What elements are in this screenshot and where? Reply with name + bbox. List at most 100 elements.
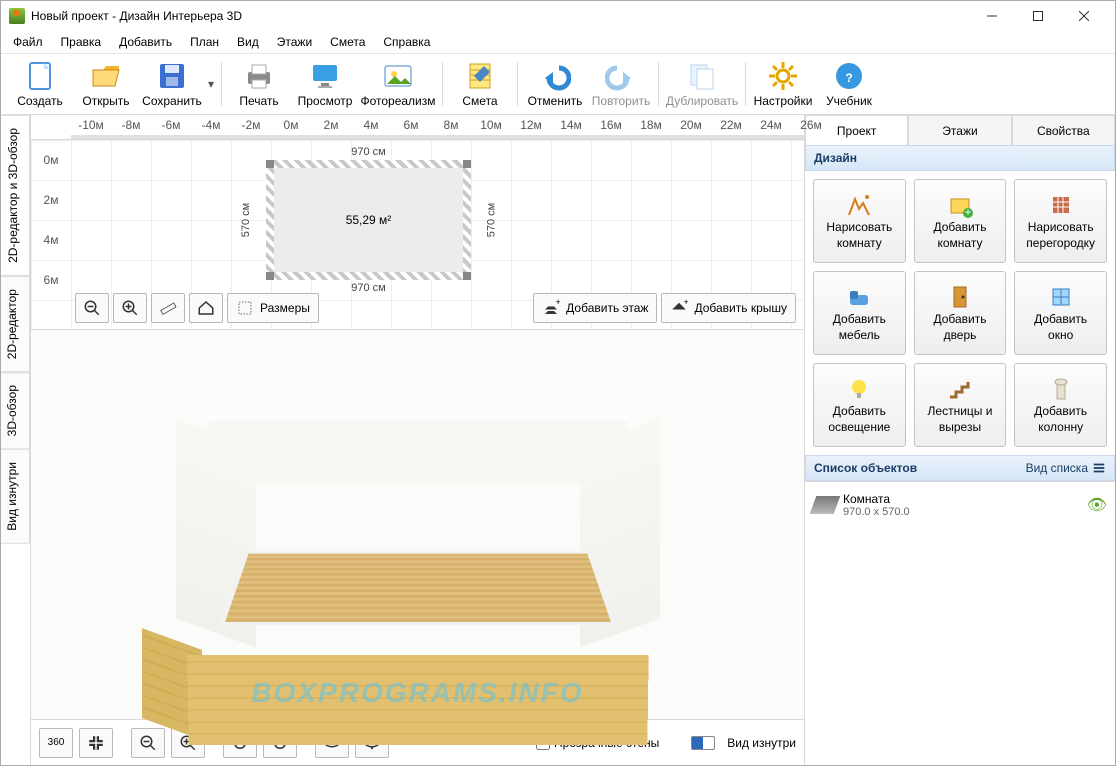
- add-floor-label: Добавить этаж: [566, 301, 648, 315]
- rtab-floors[interactable]: Этажи: [908, 115, 1011, 145]
- tb-save[interactable]: Сохранить: [139, 56, 205, 112]
- tb-save-dropdown[interactable]: ▾: [205, 77, 217, 91]
- main-toolbar: Создать Открыть Сохранить ▾ Печать Просм…: [1, 53, 1115, 115]
- room-3d: [148, 405, 688, 705]
- handle-tl[interactable]: [266, 160, 274, 168]
- view-mode-link[interactable]: Вид списка: [1026, 461, 1106, 475]
- tb-create[interactable]: Создать: [7, 56, 73, 112]
- tb-settings[interactable]: Настройки: [750, 56, 816, 112]
- design-btn-6[interactable]: Добавитьосвещение: [813, 363, 906, 447]
- design-label2: перегородку: [1026, 237, 1095, 251]
- vtab-2d[interactable]: 2D-редактор: [1, 276, 30, 372]
- home-button[interactable]: [189, 293, 223, 323]
- design-btn-8[interactable]: Добавитьколонну: [1014, 363, 1107, 447]
- titlebar: Новый проект - Дизайн Интерьера 3D: [1, 1, 1115, 31]
- sizes-button[interactable]: Размеры: [227, 293, 319, 323]
- menu-edit[interactable]: Правка: [53, 33, 110, 51]
- tb-undo[interactable]: Отменить: [522, 56, 588, 112]
- tb-settings-label: Настройки: [754, 94, 813, 108]
- tb-budget[interactable]: Смета: [447, 56, 513, 112]
- canvas-2d[interactable]: 0м2м4м6м 55,29 м² 970 см 970 см 570 см 5…: [31, 140, 804, 330]
- ruler-horizontal: -10м-8м-6м-4м-2м0м2м4м6м8м10м12м14м16м18…: [31, 115, 804, 135]
- ruler-tick: 6м: [391, 118, 431, 132]
- design-btn-2[interactable]: Нарисоватьперегородку: [1014, 179, 1107, 263]
- visibility-icon[interactable]: 👁: [1087, 495, 1107, 515]
- handle-br[interactable]: [463, 272, 471, 280]
- canvas-3d[interactable]: BOXPROGRAMS.INFO: [31, 330, 804, 719]
- object-name: Комната: [843, 492, 910, 506]
- design-icon-5: [1047, 283, 1075, 311]
- zoom-out-button[interactable]: [75, 293, 109, 323]
- maximize-button[interactable]: [1015, 1, 1061, 31]
- design-btn-3[interactable]: Добавитьмебель: [813, 271, 906, 355]
- tb-open[interactable]: Открыть: [73, 56, 139, 112]
- duplicate-icon: [686, 60, 718, 92]
- pan-button[interactable]: [79, 728, 113, 758]
- ruler-tick: 2м: [311, 118, 351, 132]
- undo-icon: [539, 60, 571, 92]
- design-btn-1[interactable]: +Добавитькомнату: [914, 179, 1007, 263]
- zoom-out-3d-button[interactable]: [131, 728, 165, 758]
- window-title: Новый проект - Дизайн Интерьера 3D: [31, 9, 242, 23]
- ruler-vtick: 6м: [31, 260, 71, 300]
- tb-tutorial[interactable]: ? Учебник: [816, 56, 882, 112]
- design-label2: окно: [1048, 329, 1073, 343]
- ruler-vertical: 0м2м4м6м: [31, 140, 71, 329]
- object-row-room[interactable]: Комната 970.0 x 570.0 👁: [811, 488, 1109, 522]
- vtab-2d3d[interactable]: 2D-редактор и 3D-обзор: [1, 115, 30, 276]
- design-btn-4[interactable]: Добавитьдверь: [914, 271, 1007, 355]
- add-roof-button[interactable]: + Добавить крышу: [661, 293, 796, 323]
- vtab-inside[interactable]: Вид изнутри: [1, 449, 30, 544]
- menu-plan[interactable]: План: [182, 33, 227, 51]
- ruler-tick: 0м: [271, 118, 311, 132]
- monitor-icon: [309, 60, 341, 92]
- design-label1: Добавить: [833, 405, 886, 419]
- view360-button[interactable]: 360: [39, 728, 73, 758]
- design-btn-0[interactable]: Нарисоватькомнату: [813, 179, 906, 263]
- menu-help[interactable]: Справка: [375, 33, 438, 51]
- tb-photoreal[interactable]: Фотореализм: [358, 56, 438, 112]
- close-button[interactable]: [1061, 1, 1107, 31]
- design-btn-5[interactable]: Добавитьокно: [1014, 271, 1107, 355]
- design-icon-4: [946, 283, 974, 311]
- room-icon: [810, 496, 841, 514]
- right-tabs: Проект Этажи Свойства: [805, 115, 1115, 145]
- handle-tr[interactable]: [463, 160, 471, 168]
- menu-add[interactable]: Добавить: [111, 33, 180, 51]
- add-roof-icon: +: [670, 299, 688, 317]
- room-dim-left: 570 см: [240, 203, 252, 237]
- menu-floors[interactable]: Этажи: [269, 33, 320, 51]
- tb-preview[interactable]: Просмотр: [292, 56, 358, 112]
- measure-button[interactable]: [151, 293, 185, 323]
- vtab-3d[interactable]: 3D-обзор: [1, 372, 30, 449]
- menu-file[interactable]: Файл: [5, 33, 51, 51]
- design-header-label: Дизайн: [814, 151, 857, 165]
- menu-budget[interactable]: Смета: [322, 33, 373, 51]
- tb-print[interactable]: Печать: [226, 56, 292, 112]
- handle-bl[interactable]: [266, 272, 274, 280]
- room-dim-top: 970 см: [351, 146, 385, 158]
- ruler-tick: 20м: [671, 118, 711, 132]
- inside-view-toggle[interactable]: [691, 736, 715, 750]
- ruler-tick: 22м: [711, 118, 751, 132]
- design-btn-7[interactable]: Лестницы ивырезы: [914, 363, 1007, 447]
- design-label2: мебель: [839, 329, 880, 343]
- minimize-button[interactable]: [969, 1, 1015, 31]
- design-label1: Лестницы и: [928, 405, 993, 419]
- folder-open-icon: [90, 60, 122, 92]
- menu-view[interactable]: Вид: [229, 33, 267, 51]
- room-outline[interactable]: 55,29 м² 970 см 970 см 570 см 570 см: [266, 160, 471, 280]
- rtab-props[interactable]: Свойства: [1012, 115, 1115, 145]
- room-area: 55,29 м²: [346, 213, 392, 227]
- svg-text:+: +: [556, 299, 561, 307]
- list-icon: [1092, 461, 1106, 475]
- zoom-in-button[interactable]: [113, 293, 147, 323]
- center-column: -10м-8м-6м-4м-2м0м2м4м6м8м10м12м14м16м18…: [31, 115, 805, 765]
- add-floor-button[interactable]: + Добавить этаж: [533, 293, 657, 323]
- add-roof-label: Добавить крышу: [694, 301, 787, 315]
- vertical-tabs: 2D-редактор и 3D-обзор 2D-редактор 3D-об…: [1, 115, 31, 765]
- add-floor-icon: +: [542, 299, 560, 317]
- tb-duplicate-label: Дублировать: [666, 94, 738, 108]
- design-label1: Добавить: [1034, 405, 1087, 419]
- redo-icon: [605, 60, 637, 92]
